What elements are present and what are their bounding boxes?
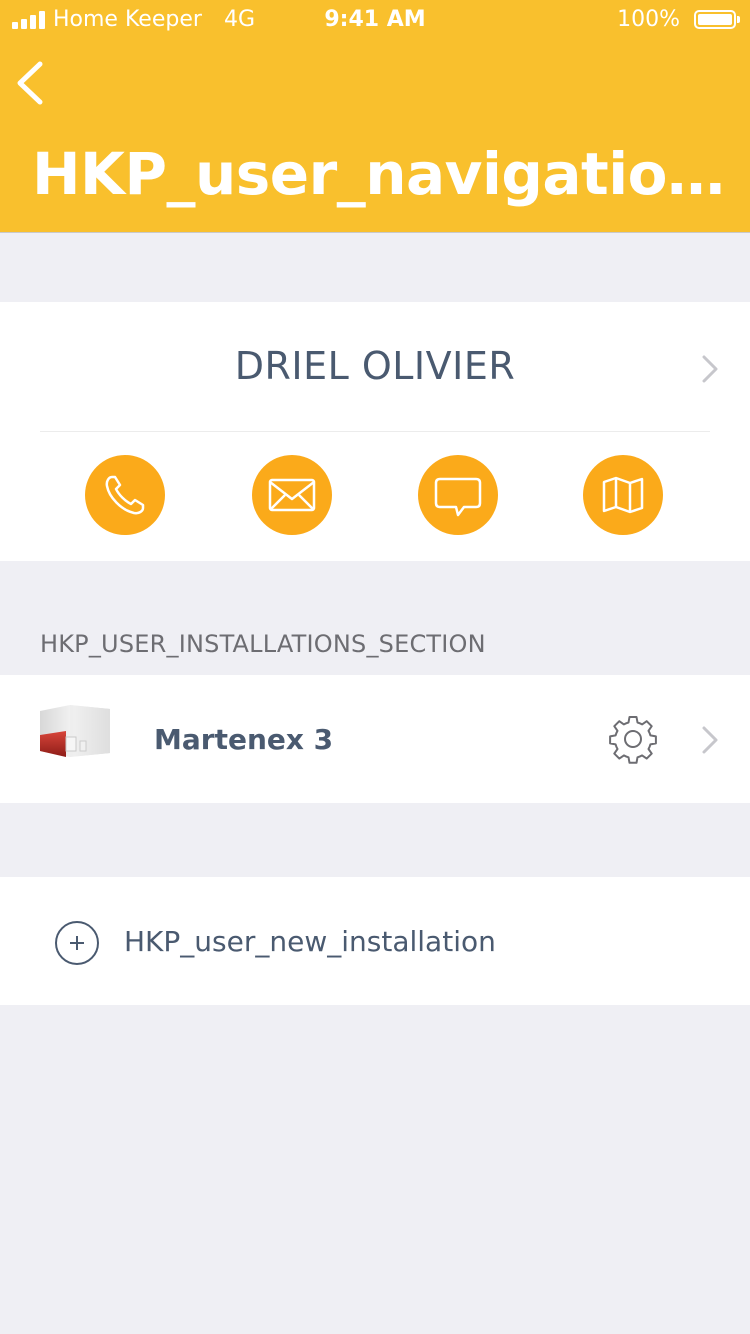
chevron-right-icon (702, 355, 718, 383)
battery-icon (694, 10, 740, 29)
installation-settings-button[interactable] (608, 714, 658, 764)
device-image (40, 705, 110, 757)
installations-section-title: HKP_USER_INSTALLATIONS_SECTION (40, 630, 486, 658)
mail-icon (268, 478, 316, 512)
new-installation-label: HKP_user_new_installation (124, 925, 496, 958)
divider (40, 431, 710, 432)
call-button[interactable] (85, 455, 165, 535)
gear-icon (609, 716, 657, 764)
map-button[interactable] (583, 455, 663, 535)
chevron-left-icon (17, 61, 43, 105)
new-installation-button[interactable]: HKP_user_new_installation (0, 877, 750, 1005)
page-title: HKP_user_navigation_ti... (32, 140, 732, 208)
contact-card: DRIEL OLIVIER (0, 302, 750, 561)
contact-name-row[interactable]: DRIEL OLIVIER (0, 302, 750, 432)
installation-row[interactable]: Martenex 3 (0, 675, 750, 803)
nav-header: Home Keeper 4G 9:41 AM 100% HKP_user_nav… (0, 0, 750, 233)
message-icon (434, 477, 482, 517)
message-button[interactable] (418, 455, 498, 535)
back-button[interactable] (12, 58, 56, 108)
email-button[interactable] (252, 455, 332, 535)
phone-icon (105, 475, 145, 515)
contact-name: DRIEL OLIVIER (234, 344, 516, 388)
installation-name: Martenex 3 (154, 723, 334, 756)
battery-percent: 100% (617, 7, 680, 32)
map-icon (602, 476, 644, 514)
status-bar: Home Keeper 4G 9:41 AM 100% (0, 0, 750, 40)
plus-circle-icon (55, 921, 99, 965)
chevron-right-icon (702, 726, 718, 754)
